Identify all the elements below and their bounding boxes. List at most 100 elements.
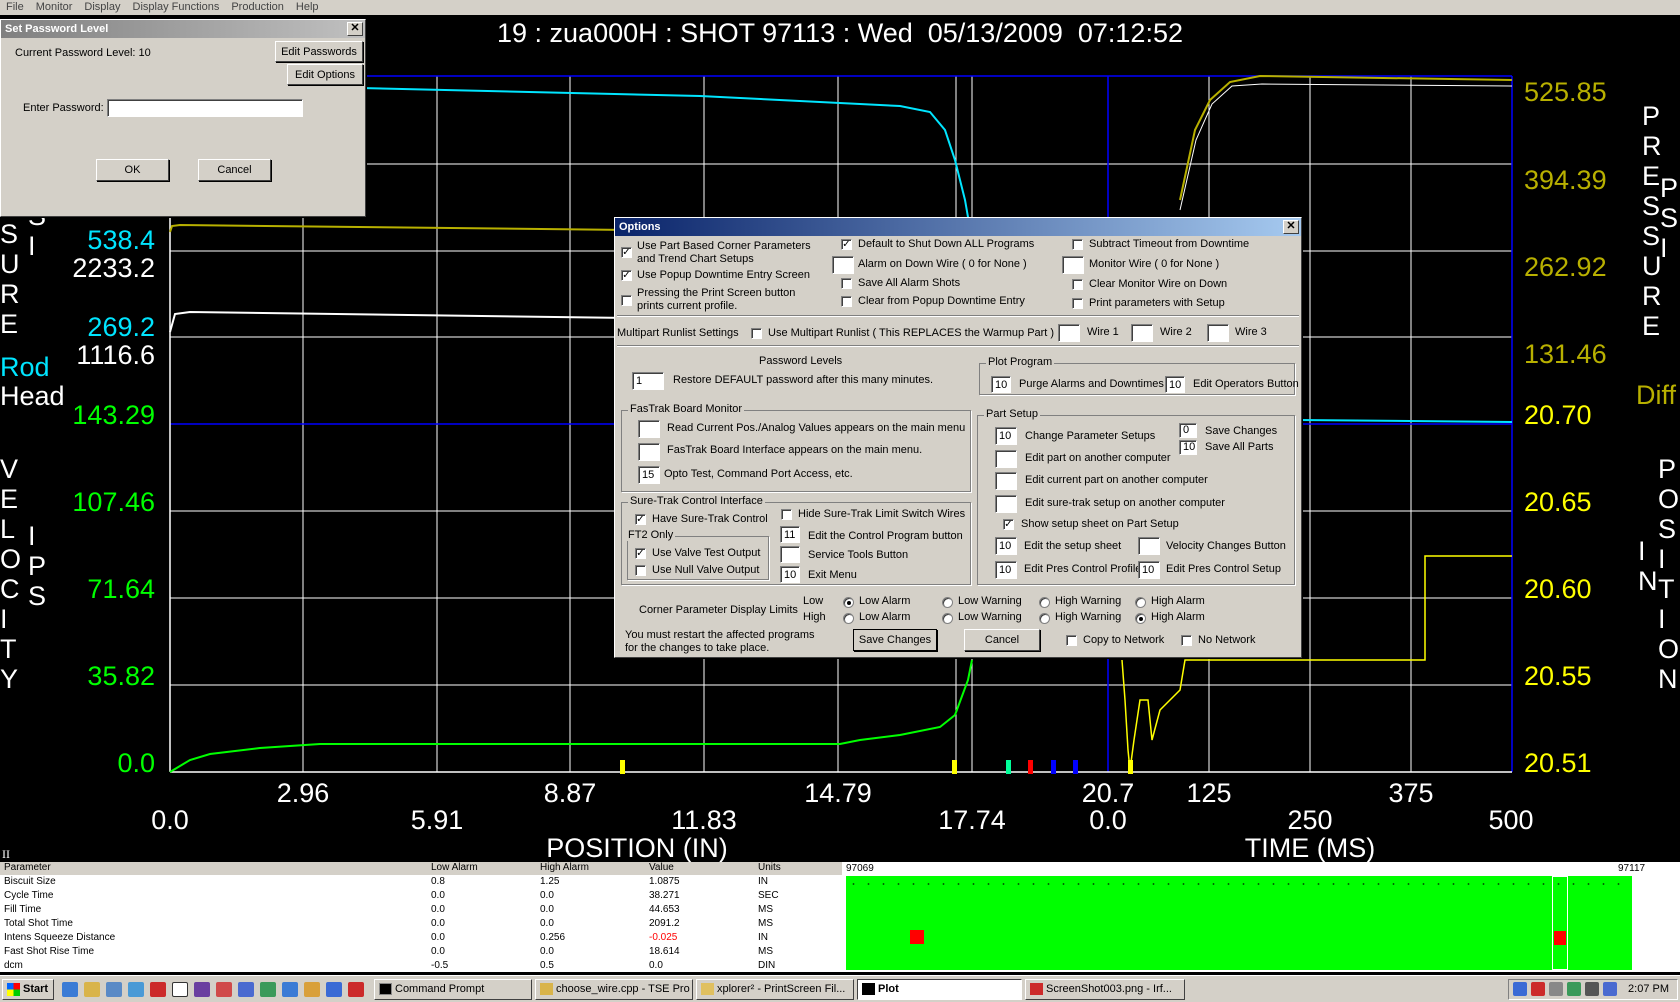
- restore-default-input[interactable]: 1: [632, 372, 664, 390]
- task-command-prompt[interactable]: Command Prompt: [374, 979, 532, 1000]
- low-row-low-warning-radio[interactable]: [942, 597, 953, 608]
- app-icon[interactable]: [150, 982, 166, 997]
- edit-operators-input[interactable]: 10: [1165, 376, 1185, 393]
- tray-app-icon[interactable]: [1585, 982, 1599, 996]
- wire3-input[interactable]: [1207, 324, 1229, 342]
- wire1-input[interactable]: [1058, 324, 1080, 342]
- table-row[interactable]: Intens Squeeze Distance 0.0 0.256 -0.025 IN: [0, 932, 842, 946]
- tray-network-icon[interactable]: [1513, 982, 1527, 996]
- table-row[interactable]: dcm -0.5 0.5 0.0 DIN: [0, 960, 842, 974]
- control-prog-input[interactable]: 11: [780, 526, 800, 543]
- print-screen-checkbox[interactable]: [621, 295, 632, 306]
- hide-suretrak-checkbox[interactable]: [781, 509, 792, 520]
- high-row-low-warning-radio[interactable]: [942, 613, 953, 624]
- task-xplorer[interactable]: xplorer² - PrintScreen Fil...: [696, 979, 854, 1000]
- high-row-low-alarm-radio[interactable]: [843, 613, 854, 624]
- use-part-corner-checkbox[interactable]: ✓: [621, 247, 632, 258]
- tray-app-icon[interactable]: [1603, 982, 1617, 996]
- no-network-checkbox[interactable]: [1181, 635, 1192, 646]
- have-suretrak-checkbox[interactable]: ✓: [635, 514, 646, 525]
- menu-help[interactable]: Help: [290, 0, 325, 15]
- run-strip-bar[interactable]: [846, 876, 1632, 970]
- opto-test-input[interactable]: 15: [638, 466, 660, 484]
- edit-suretrak-input[interactable]: [995, 495, 1017, 513]
- low-row-high-alarm-radio[interactable]: [1135, 597, 1146, 608]
- low-row-high-warning-radio[interactable]: [1039, 597, 1050, 608]
- copy-network-checkbox[interactable]: [1066, 635, 1077, 646]
- table-row[interactable]: Total Shot Time 0.0 0.0 2091.2 MS: [0, 918, 842, 932]
- shutdown-all-checkbox[interactable]: ✓: [841, 239, 852, 250]
- app-icon[interactable]: [194, 982, 210, 997]
- change-params-input[interactable]: 10: [995, 427, 1017, 445]
- app-icon[interactable]: [216, 982, 232, 997]
- null-valve-checkbox[interactable]: [635, 565, 646, 576]
- read-pos-input[interactable]: [638, 420, 660, 438]
- save-all-input[interactable]: 10: [1179, 440, 1197, 455]
- menu-monitor[interactable]: Monitor: [30, 0, 79, 15]
- ok-button[interactable]: OK: [96, 159, 169, 181]
- app-icon[interactable]: [282, 982, 298, 997]
- menu-display[interactable]: Display: [78, 0, 126, 15]
- cancel-button[interactable]: Cancel: [198, 159, 271, 181]
- clear-popup-checkbox[interactable]: [841, 296, 852, 307]
- fastrak-interface-input[interactable]: [638, 443, 660, 461]
- edit-options-button[interactable]: Edit Options: [287, 64, 363, 85]
- multipart-checkbox[interactable]: [751, 328, 762, 339]
- app-icon[interactable]: [348, 982, 364, 997]
- explorer-icon[interactable]: [84, 982, 100, 997]
- task-irfanview[interactable]: ScreenShot003.png - Irf...: [1025, 979, 1185, 1000]
- tray-app-icon[interactable]: [1567, 982, 1581, 996]
- password-input[interactable]: [107, 99, 303, 117]
- app-icon[interactable]: [304, 982, 320, 997]
- menu-display-functions[interactable]: Display Functions: [127, 0, 226, 15]
- app-icon[interactable]: [326, 982, 342, 997]
- clear-monitor-checkbox[interactable]: [1072, 279, 1083, 290]
- show-setup-checkbox[interactable]: ✓: [1003, 519, 1014, 530]
- start-button[interactable]: Start: [2, 979, 54, 1000]
- high-row-high-warning-radio[interactable]: [1039, 613, 1050, 624]
- table-row[interactable]: Cycle Time 0.0 0.0 38.271 SEC: [0, 890, 842, 904]
- close-icon[interactable]: ✕: [1283, 220, 1299, 234]
- ie-icon[interactable]: [62, 982, 78, 997]
- wire2-input[interactable]: [1131, 324, 1153, 342]
- pres-setup-input[interactable]: 10: [1138, 561, 1160, 579]
- exit-menu-input[interactable]: 10: [780, 566, 800, 583]
- service-tools-input[interactable]: [780, 546, 800, 563]
- print-params-checkbox[interactable]: [1072, 298, 1083, 309]
- subtract-timeout-checkbox[interactable]: [1072, 239, 1083, 250]
- save-changes-input[interactable]: 0: [1179, 423, 1197, 438]
- save-alarm-shots-checkbox[interactable]: [841, 278, 852, 289]
- velocity-changes-input[interactable]: [1138, 537, 1160, 555]
- app-icon[interactable]: [238, 982, 254, 997]
- tool-icon[interactable]: [128, 982, 144, 997]
- app-icon[interactable]: [172, 982, 188, 997]
- task-plot[interactable]: Plot: [857, 979, 1022, 1000]
- password-dialog-titlebar[interactable]: Set Password Level ✕: [1, 20, 365, 38]
- table-row[interactable]: Fill Time 0.0 0.0 44.653 MS: [0, 904, 842, 918]
- tray-volume-icon[interactable]: [1549, 982, 1563, 996]
- edit-current-part-input[interactable]: [995, 472, 1017, 490]
- save-changes-button[interactable]: Save Changes: [853, 629, 937, 651]
- low-row-low-alarm-radio[interactable]: [843, 597, 854, 608]
- use-popup-downtime-checkbox[interactable]: ✓: [621, 270, 632, 281]
- edit-passwords-button[interactable]: Edit Passwords: [275, 41, 363, 62]
- valve-test-checkbox[interactable]: ✓: [635, 548, 646, 559]
- current-shot-marker[interactable]: [1552, 876, 1568, 970]
- task-tse-pro[interactable]: choose_wire.cpp - TSE Pro: [535, 979, 693, 1000]
- high-row-high-alarm-radio[interactable]: [1135, 613, 1146, 624]
- table-row[interactable]: Biscuit Size 0.8 1.25 1.0875 IN: [0, 876, 842, 890]
- app-icon[interactable]: [260, 982, 276, 997]
- edit-setup-input[interactable]: 10: [995, 537, 1017, 555]
- options-cancel-button[interactable]: Cancel: [964, 629, 1040, 651]
- menu-production[interactable]: Production: [225, 0, 290, 15]
- pres-profile-input[interactable]: 10: [995, 561, 1017, 579]
- options-dialog-titlebar[interactable]: Options ✕: [615, 218, 1301, 236]
- table-row[interactable]: Fast Shot Rise Time 0.0 0.0 18.614 MS: [0, 946, 842, 960]
- purge-alarms-input[interactable]: 10: [991, 376, 1011, 393]
- monitor-wire-input[interactable]: [1062, 256, 1084, 274]
- show-desktop-icon[interactable]: [106, 982, 122, 997]
- menu-file[interactable]: File: [0, 0, 30, 15]
- alarm-down-wire-input[interactable]: [832, 256, 854, 274]
- tray-alert-icon[interactable]: [1531, 982, 1545, 996]
- close-icon[interactable]: ✕: [347, 22, 363, 36]
